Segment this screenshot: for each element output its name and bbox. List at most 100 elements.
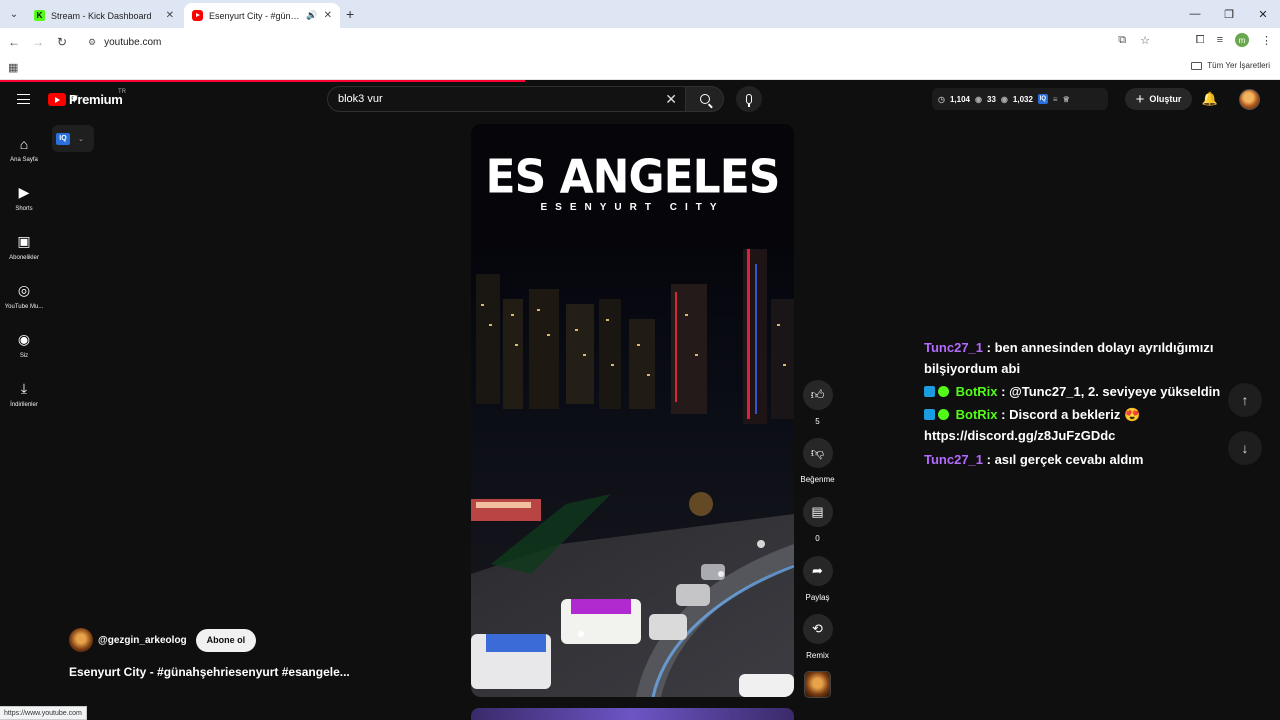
channel-avatar[interactable] xyxy=(69,628,93,652)
guide-label: Ana Sayfa xyxy=(10,156,38,163)
folder-icon xyxy=(1191,61,1203,70)
create-button[interactable]: + Oluştur xyxy=(1125,88,1192,110)
notifications-bell-icon[interactable]: 🔔 xyxy=(1202,91,1218,107)
guide-label: YouTube Mu... xyxy=(4,303,44,310)
city-night-image xyxy=(471,244,794,697)
tab-kick-dashboard[interactable]: K Stream - Kick Dashboard ✕ xyxy=(26,3,182,28)
audio-playing-icon[interactable]: 🔊 xyxy=(306,10,317,21)
shorts-video-player[interactable]: ES ANGELES ESENYURT CITY xyxy=(471,124,794,697)
remix-label: Remix xyxy=(806,651,829,660)
chat-message: Tunc27_1 : ben annesinden dolayı ayrıldı… xyxy=(924,337,1213,358)
account-avatar[interactable] xyxy=(1239,89,1260,110)
close-tab-icon[interactable]: ✕ xyxy=(166,10,174,21)
back-icon[interactable]: ← xyxy=(6,34,22,50)
guide-item-youtube-music[interactable]: ◎ YouTube Mu... xyxy=(0,271,48,320)
new-tab-button[interactable]: + xyxy=(346,6,354,22)
address-bar-row: ← → ↻ ⚙ youtube.com ⧉ ☆ ⧠ ≡ m ⋮ xyxy=(0,28,1280,56)
subscriptions-icon: ▣ xyxy=(17,233,31,249)
youtube-header: Premium TR blok3 vur ✕ ◷ 1,104 ◉ 33 ◉ 1,… xyxy=(0,82,1280,118)
clock-icon: ◷ xyxy=(938,94,945,104)
chat-overlay: Tunc27_1 : ben annesinden dolayı ayrıldı… xyxy=(922,337,1280,472)
menu-icon[interactable] xyxy=(17,94,30,104)
tab-search-icon[interactable]: ⌄ xyxy=(6,6,22,22)
search-query: blok3 vur xyxy=(338,93,383,105)
window-controls: — ❐ ✕ xyxy=(1178,0,1280,28)
remix-icon: ⟲ xyxy=(802,614,833,644)
next-short-preview[interactable] xyxy=(471,708,794,720)
guide-item-downloads[interactable]: ⤓ İndirilenler xyxy=(0,369,48,418)
reload-icon[interactable]: ↻ xyxy=(54,34,70,50)
home-icon: ⌂ xyxy=(19,135,29,152)
plus-icon: + xyxy=(1135,90,1145,108)
channel-name[interactable]: @gezgin_arkeolog xyxy=(98,635,187,646)
voice-search-button[interactable] xyxy=(736,86,762,112)
video-caption[interactable]: Esenyurt City - #günahşehriesenyurt #esa… xyxy=(69,665,350,679)
forward-icon[interactable]: → xyxy=(30,34,46,50)
all-bookmarks-button[interactable]: Tüm Yer İşaretleri xyxy=(1191,61,1270,70)
comment-count: 0 xyxy=(815,534,820,543)
chat-message-continued: bilşiyordum abi xyxy=(924,358,1020,379)
comments-button[interactable]: ▤ 0 xyxy=(795,497,840,543)
guide-item-shorts[interactable]: ▶ Shorts xyxy=(0,173,48,222)
minimize-icon[interactable]: — xyxy=(1178,0,1212,28)
url-text: youtube.com xyxy=(104,36,162,48)
create-label: Oluştur xyxy=(1149,94,1182,104)
all-bookmarks-label: Tüm Yer İşaretleri xyxy=(1207,61,1270,70)
search-button[interactable] xyxy=(686,86,724,112)
chat-message-continued: https://discord.gg/z8JuFzGDdc xyxy=(924,425,1115,446)
restore-icon[interactable]: ❐ xyxy=(1212,0,1246,28)
chat-username: Tunc27_1 xyxy=(924,452,984,467)
verified-badge-icon xyxy=(938,386,949,397)
chevron-down-icon: ⌄ xyxy=(78,135,84,143)
downloads-icon: ⤓ xyxy=(20,380,28,396)
channel-row: @gezgin_arkeolog Abone ol xyxy=(69,628,257,652)
guide-item-subscriptions[interactable]: ▣ Abonelikler xyxy=(0,222,48,271)
subscribe-button[interactable]: Abone ol xyxy=(195,628,257,652)
list-icon[interactable]: ≡ xyxy=(1053,95,1058,104)
youtube-premium-logo[interactable]: Premium TR xyxy=(48,89,126,107)
arrow-down-icon: ↓ xyxy=(1241,440,1249,456)
stat-views: 1,032 xyxy=(1012,94,1033,104)
apps-grid-icon[interactable]: ▦ xyxy=(8,61,18,74)
next-short-button[interactable]: ↓ xyxy=(1228,431,1262,465)
chat-username: BotRix xyxy=(955,407,998,422)
chat-text: bilşiyordum abi xyxy=(924,361,1021,376)
guide-label: Siz xyxy=(19,352,29,359)
clear-search-icon[interactable]: ✕ xyxy=(665,91,677,108)
iq-icon[interactable]: IQ xyxy=(1037,94,1048,104)
youtube-play-icon xyxy=(48,93,66,106)
remix-button[interactable]: ⟲ Remix xyxy=(795,614,840,660)
share-button[interactable]: ➦ Paylaş xyxy=(795,556,840,602)
arrow-up-icon: ↑ xyxy=(1241,392,1249,408)
chat-text: : ben annesinden dolayı ayrıldığımızı xyxy=(983,340,1214,355)
share-icon: ➦ xyxy=(802,556,833,586)
media-control-icon[interactable]: ≡ xyxy=(1217,34,1223,46)
extension-stats-pill[interactable]: ◷ 1,104 ◉ 33 ◉ 1,032 IQ ≡ ♕ xyxy=(932,88,1108,110)
browser-menu-icon[interactable]: ⋮ xyxy=(1261,34,1272,47)
install-app-icon[interactable]: ⧉ xyxy=(1118,34,1126,47)
chat-link[interactable]: https://discord.gg/z8JuFzGDdc xyxy=(924,428,1115,443)
shorts-icon: ▶ xyxy=(18,184,30,200)
video-overlay-title: ES ANGELES xyxy=(485,150,781,205)
previous-short-button[interactable]: ↑ xyxy=(1228,383,1262,417)
close-tab-icon[interactable]: ✕ xyxy=(324,10,332,21)
bookmarks-bar: ▦ Tüm Yer İşaretleri xyxy=(0,56,1280,80)
trophy-icon[interactable]: ♕ xyxy=(1063,95,1070,104)
tab-youtube-active[interactable]: Esenyurt City - #günahşehri 🔊 ✕ xyxy=(184,3,340,28)
extensions-icon[interactable]: ⧠ xyxy=(1196,34,1205,47)
profile-avatar[interactable]: m xyxy=(1235,33,1249,47)
url-bar[interactable]: ⚙ youtube.com ⧉ ☆ xyxy=(80,31,1160,53)
you-icon: ◉ xyxy=(17,331,31,347)
iq-extension-chip[interactable]: IQ ⌄ xyxy=(52,125,94,152)
search-input[interactable]: blok3 vur ✕ xyxy=(327,86,686,112)
guide-item-you[interactable]: ◉ Siz xyxy=(0,320,48,369)
site-info-icon[interactable]: ⚙ xyxy=(88,37,96,48)
like-button[interactable]: 👍︎ 5 xyxy=(795,380,840,426)
guide-item-home[interactable]: ⌂ Ana Sayfa xyxy=(0,124,48,173)
dislike-button[interactable]: 👎︎ Beğenme xyxy=(795,438,840,484)
close-window-icon[interactable]: ✕ xyxy=(1246,0,1280,28)
comment-icon: ▤ xyxy=(802,497,833,527)
bookmark-star-icon[interactable]: ☆ xyxy=(1140,34,1150,47)
chat-text: : asıl gerçek cevabı aldım xyxy=(983,452,1144,467)
sound-thumbnail[interactable] xyxy=(804,671,831,698)
